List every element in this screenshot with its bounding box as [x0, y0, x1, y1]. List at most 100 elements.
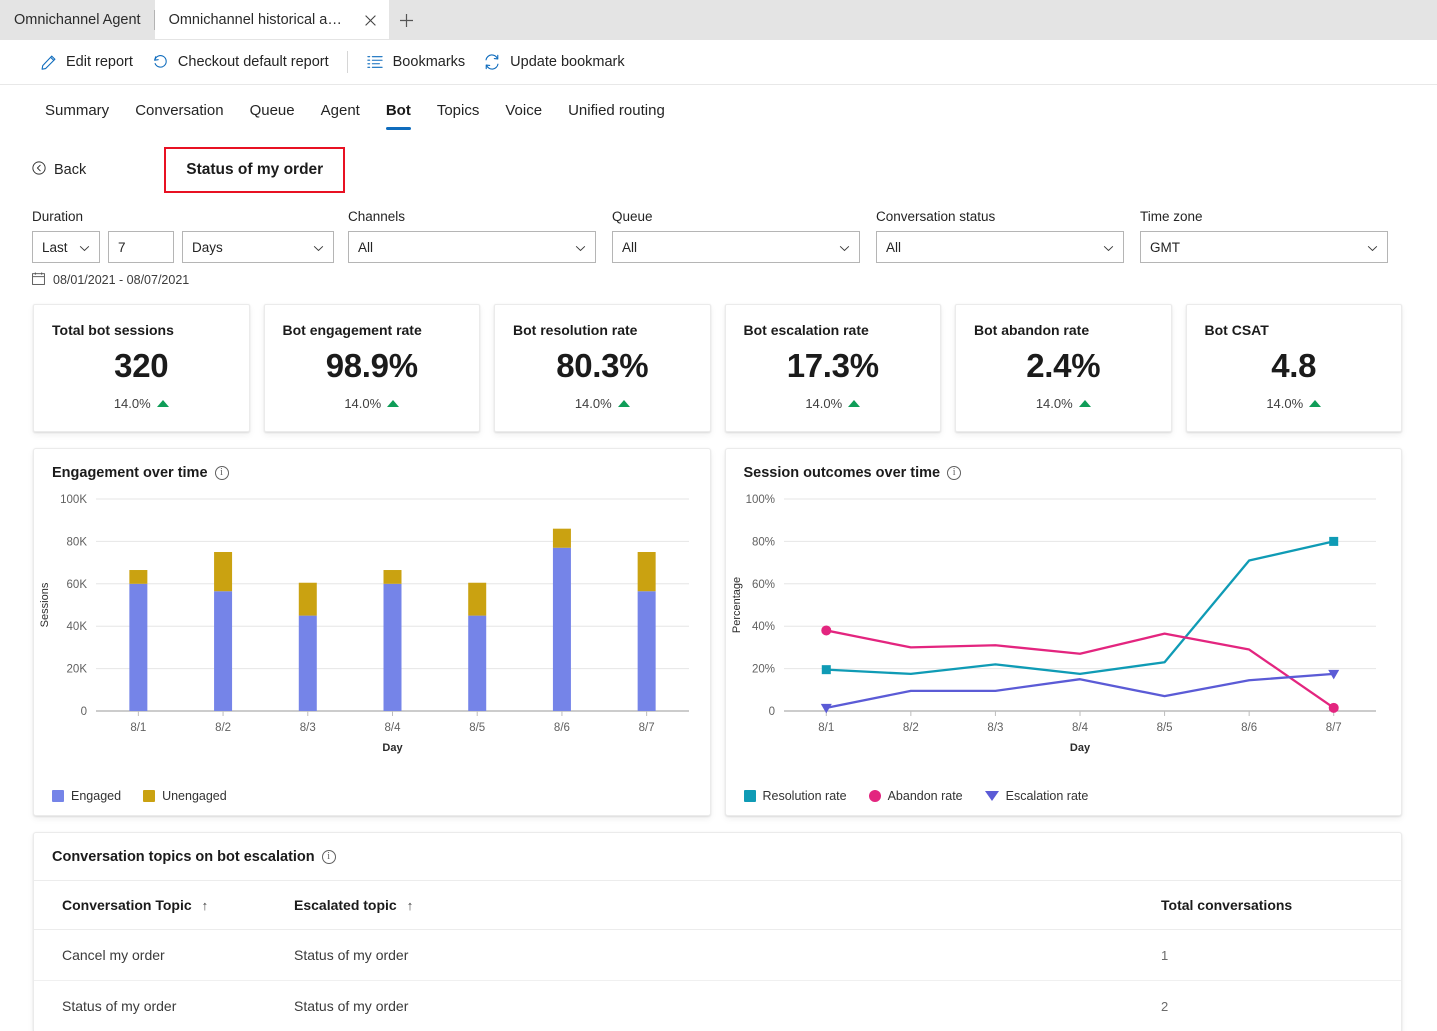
svg-text:8/5: 8/5	[469, 722, 485, 734]
tab-summary[interactable]: Summary	[32, 96, 122, 123]
cell-conversation-topic: Status of my order	[34, 980, 266, 1031]
kpi-card-bot-escalation-rate: Bot escalation rate 17.3% 14.0%	[724, 304, 941, 432]
back-button[interactable]: Back	[32, 161, 86, 179]
svg-text:8/5: 8/5	[1156, 722, 1172, 734]
duration-amount-input[interactable]: 7	[108, 231, 174, 263]
column-header-escalated-topic[interactable]: Escalated topic ↑	[266, 881, 566, 930]
cell-spacer	[566, 980, 1161, 1031]
trend-up-icon	[156, 400, 169, 407]
channels-select[interactable]: All	[348, 231, 596, 263]
svg-text:8/7: 8/7	[1325, 722, 1341, 734]
info-icon[interactable]: i	[947, 466, 962, 480]
time-zone-value: GMT	[1150, 239, 1180, 255]
filter-time-zone: Time zone GMT	[1140, 209, 1392, 263]
command-bar: Edit report Checkout default report Book…	[0, 40, 1437, 85]
kpi-title: Bot CSAT	[1204, 322, 1269, 338]
update-bookmark-button[interactable]: Update bookmark	[477, 47, 636, 77]
chart-title: Session outcomes over time i	[726, 449, 1402, 481]
conversation-status-select[interactable]: All	[876, 231, 1124, 263]
new-tab-icon[interactable]	[389, 0, 425, 40]
browser-tab-omnichannel-historical-analytics[interactable]: Omnichannel historical ana...	[154, 0, 389, 40]
svg-text:20%: 20%	[751, 664, 774, 676]
cell-total-conversations: 1	[1161, 929, 1401, 981]
browser-tab-omnichannel-agent[interactable]: Omnichannel Agent	[0, 0, 155, 40]
command-label: Edit report	[66, 54, 133, 70]
duration-relation-value: Last	[42, 239, 68, 255]
table-title-text: Conversation topics on bot escalation	[52, 849, 315, 865]
chevron-down-icon	[575, 240, 586, 255]
info-icon[interactable]: i	[321, 850, 336, 864]
svg-text:8/2: 8/2	[902, 722, 918, 734]
kpi-delta: 14.0%	[114, 396, 169, 411]
bar-chart-plot[interactable]: 0 20K 40K 60K 80K 100K 8/1 8/2 8/3 8/4 8/5 8/6 8/7 Da…	[34, 481, 710, 771]
legend-label: Escalation rate	[1005, 789, 1089, 803]
page-title: Status of my order	[164, 147, 346, 193]
legend-item-engaged[interactable]: Engaged	[52, 789, 121, 803]
trend-up-icon	[1078, 400, 1091, 407]
filter-label: Time zone	[1140, 209, 1203, 224]
cell-escalated-topic: Status of my order	[266, 980, 566, 1031]
tab-conversation[interactable]: Conversation	[122, 96, 236, 123]
table-row[interactable]: Status of my order Status of my order 2	[34, 980, 1401, 1031]
legend-label: Abandon rate	[887, 789, 963, 803]
tab-bot[interactable]: Bot	[373, 96, 424, 130]
table-row[interactable]: Cancel my order Status of my order 1	[34, 929, 1401, 981]
cell-spacer	[566, 929, 1161, 981]
browser-tab-label: Omnichannel Agent	[14, 12, 141, 28]
kpi-title: Total bot sessions	[52, 322, 174, 338]
trend-up-icon	[848, 400, 861, 407]
kpi-card-bot-resolution-rate: Bot resolution rate 80.3% 14.0%	[494, 304, 711, 432]
date-range-text: 08/01/2021 - 08/07/2021	[53, 273, 190, 287]
column-header-conversation-topic[interactable]: Conversation Topic ↑	[34, 881, 266, 930]
tab-agent[interactable]: Agent	[308, 96, 373, 123]
svg-text:8/6: 8/6	[1241, 722, 1257, 734]
trend-up-icon	[617, 400, 630, 407]
legend-swatch-engaged	[52, 790, 64, 802]
sort-ascending-icon[interactable]: ↑	[407, 898, 414, 913]
svg-text:8/3: 8/3	[987, 722, 1003, 734]
info-icon[interactable]: i	[214, 466, 229, 480]
tab-unified-routing[interactable]: Unified routing	[555, 96, 678, 123]
svg-text:0: 0	[81, 706, 87, 718]
duration-unit-select[interactable]: Days	[182, 231, 334, 263]
tab-queue[interactable]: Queue	[237, 96, 308, 123]
tab-label: Unified routing	[568, 101, 665, 119]
legend-item-escalation-rate[interactable]: Escalation rate	[984, 789, 1089, 803]
command-separator	[346, 51, 348, 73]
refresh-icon	[483, 53, 501, 71]
pencil-icon	[40, 54, 57, 71]
kpi-delta-value: 14.0%	[113, 396, 151, 411]
chart-card-engagement-over-time: Engagement over time i 0 20K 40K 60K 80K 100K…	[33, 448, 711, 816]
close-icon[interactable]	[361, 10, 381, 30]
chevron-down-icon	[313, 240, 324, 255]
line-chart-svg: 0 20% 40% 60% 80% 100% 8/1 8/2 8/3 8/4 8/5 8/6 8/7 Da…	[731, 494, 1376, 754]
sort-ascending-icon[interactable]: ↑	[202, 898, 209, 913]
bar-chart-svg: 0 20K 40K 60K 80K 100K 8/1 8/2 8/3 8/4 8/5 8/6 8/7 Da…	[39, 494, 689, 754]
duration-relation-select[interactable]: Last	[32, 231, 100, 263]
legend-item-abandon-rate[interactable]: Abandon rate	[868, 789, 963, 803]
kpi-delta: 14.0%	[1266, 396, 1322, 411]
tab-topics[interactable]: Topics	[424, 96, 493, 123]
tab-label: Summary	[45, 101, 110, 119]
svg-text:8/3: 8/3	[300, 722, 316, 734]
drilldown-header: Back Status of my order	[0, 133, 1437, 193]
kpi-delta: 14.0%	[1036, 396, 1091, 411]
chart-title-text: Session outcomes over time	[743, 465, 941, 481]
column-label: Total conversations	[1161, 897, 1293, 913]
line-chart-plot[interactable]: 0 20% 40% 60% 80% 100% 8/1 8/2 8/3 8/4 8/5 8/6 8/7 Da…	[726, 481, 1402, 771]
kpi-value: 4.8	[1271, 347, 1317, 384]
bookmarks-button[interactable]: Bookmarks	[360, 48, 478, 76]
svg-text:8/1: 8/1	[818, 722, 834, 734]
command-label: Bookmarks	[392, 54, 466, 70]
time-zone-select[interactable]: GMT	[1140, 231, 1388, 263]
back-label: Back	[54, 162, 87, 178]
edit-report-button[interactable]: Edit report	[34, 48, 145, 77]
checkout-default-report-button[interactable]: Checkout default report	[145, 47, 341, 77]
legend-item-unengaged[interactable]: Unengaged	[143, 789, 227, 803]
queue-select[interactable]: All	[612, 231, 860, 263]
column-header-total-conversations[interactable]: Total conversations	[1161, 881, 1401, 930]
tab-voice[interactable]: Voice	[492, 96, 555, 123]
column-label: Conversation Topic	[62, 897, 192, 913]
legend-item-resolution-rate[interactable]: Resolution rate	[743, 789, 847, 803]
browser-tab-label: Omnichannel historical ana...	[168, 12, 349, 28]
